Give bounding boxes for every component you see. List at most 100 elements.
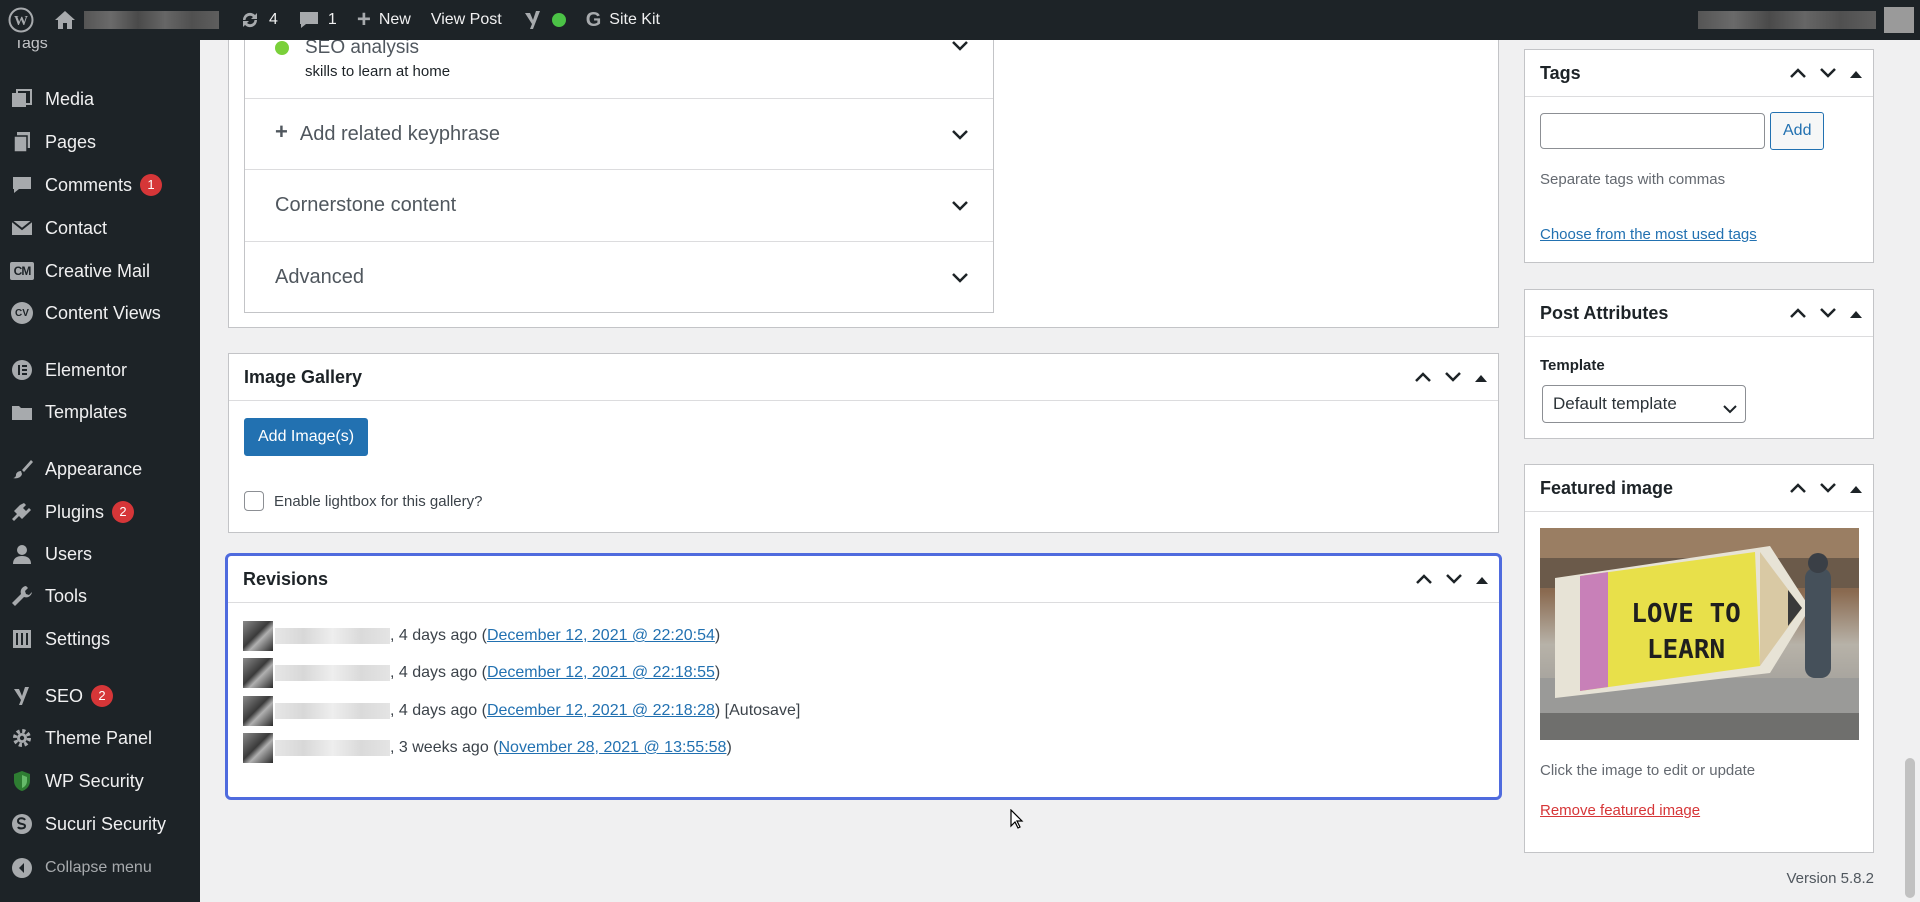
move-down-icon[interactable] (1819, 478, 1837, 499)
remove-featured-image-link[interactable]: Remove featured image (1540, 802, 1700, 819)
revisions-title: Revisions (243, 568, 329, 589)
sidebar-item-label: Media (45, 88, 95, 109)
yoast-icon (10, 684, 34, 708)
revision-ago: , 4 days ago ( (390, 664, 487, 681)
seo-analysis-row[interactable]: SEO analysis skills to learn at home (245, 32, 993, 99)
toggle-panel-icon[interactable] (1475, 569, 1489, 590)
toggle-panel-icon[interactable] (1849, 303, 1863, 324)
comments-menu[interactable]: 1 (288, 0, 347, 40)
author-name-redacted (275, 665, 390, 681)
shield-icon (10, 769, 34, 793)
chevron-down-icon (952, 194, 968, 217)
wrench-icon (10, 584, 34, 608)
revision-date-link[interactable]: December 12, 2021 @ 22:18:28 (487, 702, 715, 720)
sidebar-item-tools[interactable]: Tools (0, 576, 200, 616)
advanced-label: Advanced (275, 266, 364, 288)
move-down-icon[interactable] (1445, 569, 1463, 590)
sidebar-item-templates[interactable]: Templates (0, 392, 200, 432)
featured-image-thumbnail[interactable]: LOVE TO LEARN (1540, 528, 1859, 740)
move-up-icon[interactable] (1789, 63, 1807, 84)
sidebar-item-comments[interactable]: Comments 1 (0, 165, 200, 205)
move-up-icon[interactable] (1414, 367, 1432, 388)
advanced-row[interactable]: Advanced (245, 242, 993, 313)
my-account-menu[interactable] (1688, 0, 1920, 40)
revision-date-link[interactable]: December 12, 2021 @ 22:20:54 (487, 627, 715, 645)
author-name-redacted (275, 740, 390, 756)
cornerstone-content-row[interactable]: Cornerstone content (245, 170, 993, 242)
folder-icon (10, 400, 34, 424)
tags-header: Tags (1525, 50, 1873, 97)
updates-menu[interactable]: 4 (229, 0, 288, 40)
sidebar-item-appearance[interactable]: Appearance (0, 449, 200, 489)
collapse-menu-button[interactable]: Collapse menu (0, 848, 200, 888)
move-down-icon[interactable] (1819, 63, 1837, 84)
page-scrollbar[interactable] (1903, 40, 1920, 902)
sidebar-item-elementor[interactable]: Elementor (0, 350, 200, 390)
toggle-panel-icon[interactable] (1849, 63, 1863, 84)
mail-icon (10, 216, 34, 240)
site-kit-menu[interactable]: G Site Kit (576, 0, 670, 40)
move-up-icon[interactable] (1415, 569, 1433, 590)
template-select-value: Default template (1553, 394, 1677, 413)
add-images-button[interactable]: Add Image(s) (244, 418, 369, 456)
author-avatar (243, 733, 273, 763)
media-icon (10, 87, 34, 111)
wordpress-logo-menu[interactable]: W (0, 0, 44, 40)
revision-suffix: ) [Autosave] (714, 702, 801, 719)
comments-badge: 1 (140, 174, 163, 196)
revision-suffix: ) (726, 739, 732, 756)
scrollbar-thumb[interactable] (1905, 758, 1915, 898)
move-down-icon[interactable] (1444, 367, 1462, 388)
cv-icon: CV (10, 301, 34, 325)
sidebar-item-sucuri-security[interactable]: Sucuri Security (0, 804, 200, 844)
lightbox-checkbox[interactable] (244, 491, 264, 511)
template-select[interactable]: Default template (1542, 385, 1746, 423)
sidebar-item-contact[interactable]: Contact (0, 208, 200, 248)
sidebar-item-plugins[interactable]: Plugins 2 (0, 492, 200, 532)
new-tag-input[interactable] (1540, 113, 1765, 149)
site-name-menu[interactable] (44, 0, 229, 40)
move-down-icon[interactable] (1819, 303, 1837, 324)
yoast-seo-metabox: SEO analysis skills to learn at home + A… (228, 30, 1499, 328)
seo-status-dot (551, 13, 566, 27)
revision-ago: , 3 weeks ago ( (390, 739, 499, 756)
author-avatar (243, 621, 273, 651)
sidebar-item-settings[interactable]: Settings (0, 619, 200, 659)
move-up-icon[interactable] (1789, 303, 1807, 324)
site-kit-label: Site Kit (609, 11, 660, 28)
sidebar-item-wp-security[interactable]: WP Security (0, 761, 200, 801)
yoast-seo-menu[interactable] (512, 0, 576, 40)
revision-date-link[interactable]: November 28, 2021 @ 13:55:58 (499, 739, 727, 757)
revision-date-link[interactable]: December 12, 2021 @ 22:18:55 (487, 664, 715, 682)
sidebar-item-label: Comments (45, 174, 133, 195)
plus-icon: + (275, 119, 288, 144)
post-attributes-header: Post Attributes (1525, 290, 1873, 337)
sidebar-item-creative-mail[interactable]: CM Creative Mail (0, 251, 200, 291)
sidebar-item-theme-panel[interactable]: Theme Panel (0, 718, 200, 758)
mouse-cursor-icon (1010, 808, 1024, 834)
add-tag-button[interactable]: Add (1770, 112, 1825, 150)
move-up-icon[interactable] (1789, 478, 1807, 499)
yoast-icon (522, 9, 544, 31)
seo-analysis-keyphrase: skills to learn at home (305, 62, 451, 80)
sidebar-item-label: Content Views (45, 302, 161, 323)
updates-count: 4 (269, 11, 278, 28)
sidebar-item-label: WP Security (45, 770, 144, 791)
post-attributes-title: Post Attributes (1540, 302, 1669, 323)
sidebar-item-users[interactable]: Users (0, 534, 200, 574)
sidebar-item-content-views[interactable]: CV Content Views (0, 293, 200, 333)
sidebar-item-pages[interactable]: Pages (0, 122, 200, 162)
add-related-keyphrase-row[interactable]: + Add related keyphrase (245, 99, 993, 170)
new-content-menu[interactable]: + New (347, 0, 421, 40)
view-post-link[interactable]: View Post (421, 0, 512, 40)
sidebar-item-seo[interactable]: SEO 2 (0, 676, 200, 716)
most-used-tags-link[interactable]: Choose from the most used tags (1540, 226, 1757, 243)
featured-image-metabox: Featured image LOVE TO LEARN Click the i… (1524, 464, 1874, 853)
author-name-redacted (275, 703, 390, 719)
toggle-panel-icon[interactable] (1849, 478, 1863, 499)
sidebar-item-media[interactable]: Media (0, 79, 200, 119)
image-gallery-header: Image Gallery (229, 354, 1498, 401)
template-label: Template (1540, 357, 1605, 374)
toggle-panel-icon[interactable] (1474, 367, 1488, 388)
yoast-inner-panel: SEO analysis skills to learn at home + A… (244, 31, 994, 313)
